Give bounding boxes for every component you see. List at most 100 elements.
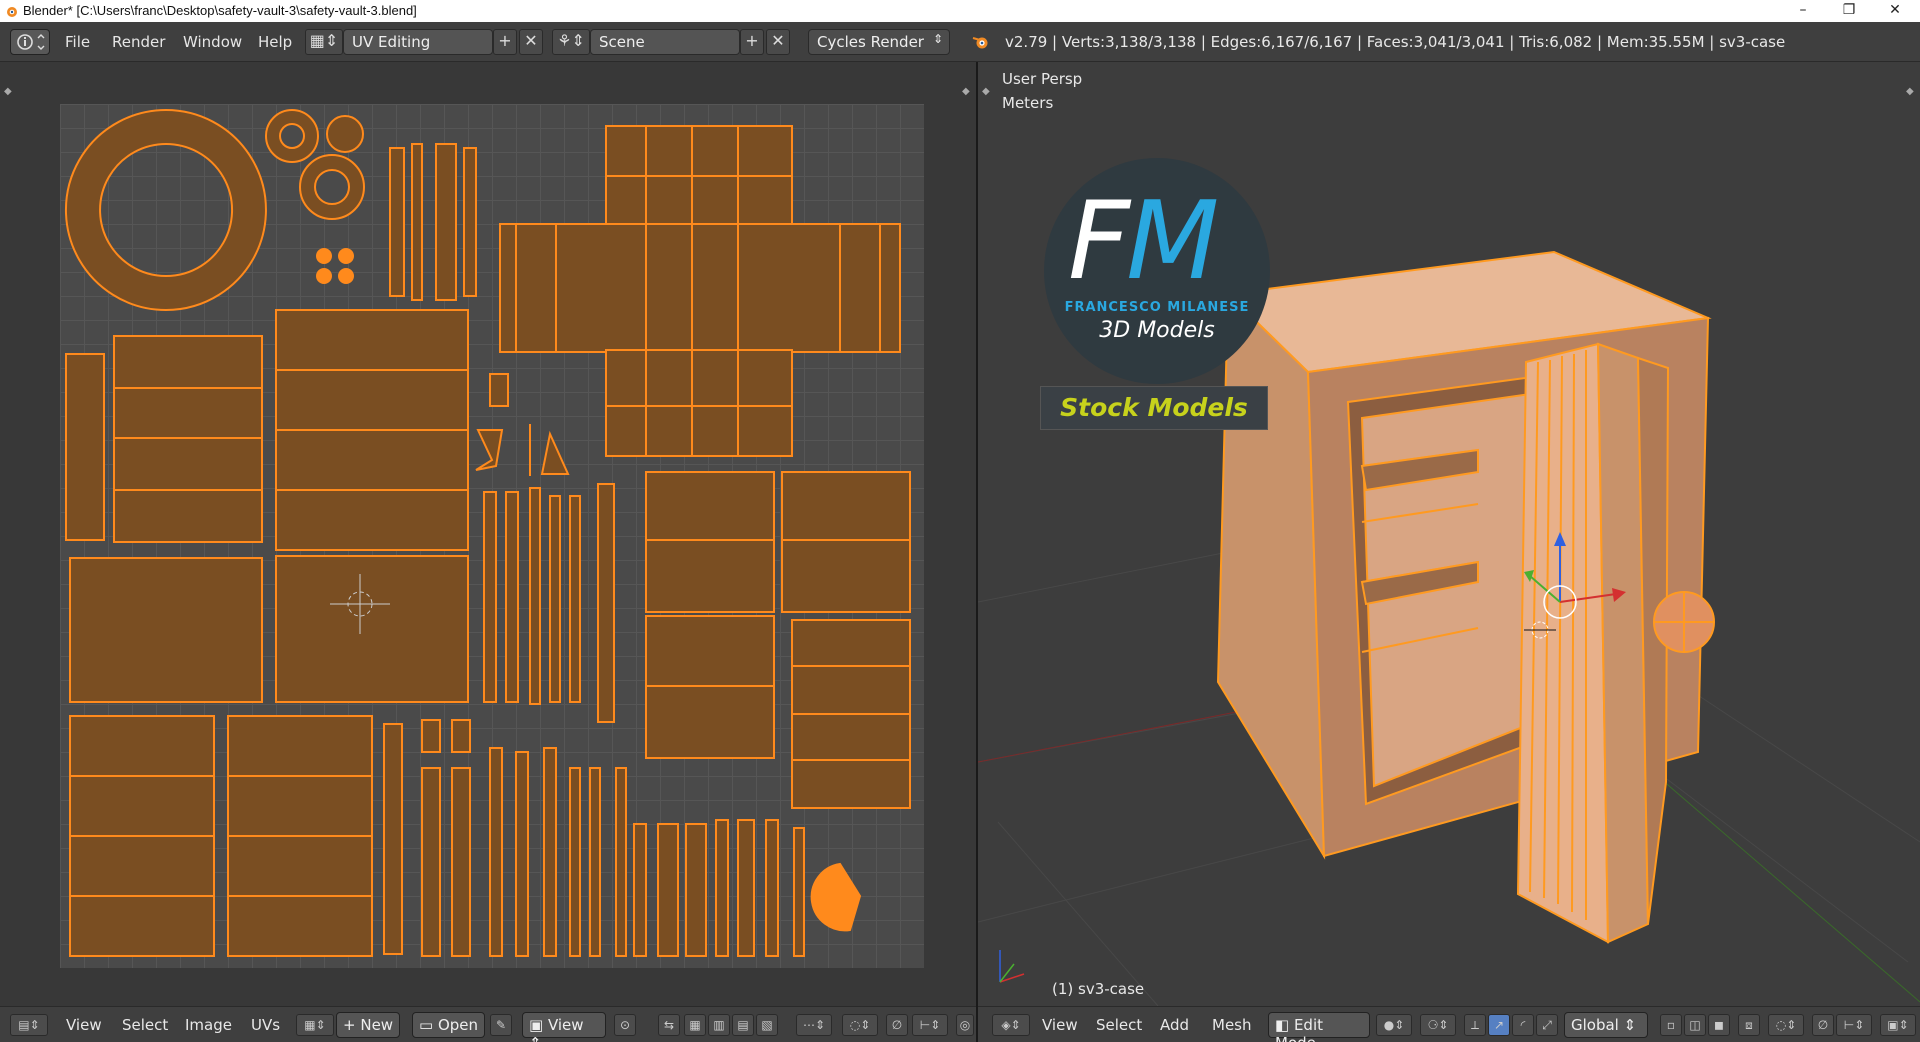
menu-window[interactable]: Window bbox=[183, 33, 242, 51]
image-icon: ▣ bbox=[529, 1016, 548, 1034]
pin-icon[interactable]: ✎ bbox=[490, 1014, 512, 1036]
pivot-icon[interactable]: ⊙ bbox=[614, 1014, 636, 1036]
uv-island-panel bbox=[69, 557, 263, 703]
edge-select-mode-icon[interactable]: ◫ bbox=[1684, 1014, 1706, 1036]
uv-menu-view[interactable]: View bbox=[66, 1016, 102, 1034]
snap-target-icon[interactable]: ⊢⇕ bbox=[912, 1014, 948, 1036]
snap-element-icon[interactable]: ⊢⇕ bbox=[1836, 1014, 1872, 1036]
uv-editor-header: ▤⇕ View Select Image UVs ▦⇕ + New ▭ Open… bbox=[0, 1006, 976, 1042]
render-engine-select[interactable]: Cycles Render ⇕ bbox=[808, 29, 950, 55]
chevron-updown-icon: ⇕ bbox=[1618, 1016, 1637, 1034]
uv-island-circle-hole bbox=[314, 169, 350, 205]
uv-image-editor[interactable]: ◆ ◆ bbox=[0, 62, 976, 1006]
vp-menu-mesh[interactable]: Mesh bbox=[1212, 1016, 1252, 1034]
uv-grid-canvas[interactable] bbox=[60, 104, 924, 968]
transform-orientation-select[interactable]: Global ⇕ bbox=[1564, 1012, 1648, 1038]
scene-icon[interactable]: ⚘⇕ bbox=[552, 29, 590, 55]
uv-island-strip bbox=[389, 147, 405, 297]
plus-icon: + bbox=[343, 1016, 361, 1034]
render-engine-label: Cycles Render bbox=[817, 33, 924, 51]
scale-manipulator-icon[interactable]: ⤢ bbox=[1536, 1014, 1558, 1036]
opengl-render-icon[interactable]: ▣⇕ bbox=[1880, 1014, 1916, 1036]
watermark-subtitle: 3D Models bbox=[1099, 318, 1215, 343]
editor-type-info-button[interactable] bbox=[10, 29, 50, 55]
info-header: File Render Window Help ▦⇕ UV Editing + … bbox=[0, 22, 1920, 62]
delete-scene-icon[interactable]: ✕ bbox=[766, 29, 790, 55]
menu-file[interactable]: File bbox=[65, 33, 90, 51]
add-scene-icon[interactable]: + bbox=[740, 29, 764, 55]
uv-island-panel bbox=[781, 471, 911, 613]
image-browse-icon[interactable]: ▦⇕ bbox=[296, 1014, 334, 1036]
uv-menu-select[interactable]: Select bbox=[122, 1016, 168, 1034]
chevron-updown-icon: ⇕ bbox=[529, 1034, 542, 1042]
viewport-shading-icon[interactable]: ●⇕ bbox=[1376, 1014, 1412, 1036]
editor-type-3d-button[interactable]: ◈⇕ bbox=[992, 1014, 1030, 1036]
chevron-updown-icon: ⇕ bbox=[932, 32, 943, 46]
screen-layout-field[interactable]: UV Editing bbox=[343, 29, 493, 55]
uv-islands[interactable] bbox=[60, 104, 924, 968]
uv-island-ring bbox=[64, 109, 267, 311]
delete-layout-icon[interactable]: ✕ bbox=[519, 29, 543, 55]
island-select-icon[interactable]: ▧ bbox=[756, 1014, 778, 1036]
vp-menu-add[interactable]: Add bbox=[1160, 1016, 1189, 1034]
region-toggle-icon[interactable]: ◆ bbox=[4, 86, 12, 97]
minimize-button[interactable]: – bbox=[1780, 0, 1826, 22]
region-toggle-icon[interactable]: ◆ bbox=[962, 86, 970, 97]
proportional-editing-icon[interactable]: ◌⇕ bbox=[1768, 1014, 1804, 1036]
scene-field[interactable]: Scene bbox=[590, 29, 740, 55]
vertex-select-icon[interactable]: ▦ bbox=[684, 1014, 706, 1036]
translate-manipulator-icon[interactable]: ↗ bbox=[1488, 1014, 1510, 1036]
uv-menu-uvs[interactable]: UVs bbox=[251, 1016, 280, 1034]
menu-render[interactable]: Render bbox=[112, 33, 165, 51]
watermark-letters: FM bbox=[1068, 188, 1219, 296]
new-image-label: New bbox=[360, 1016, 394, 1034]
uv-menu-image[interactable]: Image bbox=[185, 1016, 232, 1034]
uv-island-fan bbox=[810, 862, 862, 932]
snap-icon[interactable]: ∅ bbox=[886, 1014, 908, 1036]
vp-menu-select[interactable]: Select bbox=[1096, 1016, 1142, 1034]
folder-icon: ▭ bbox=[419, 1016, 438, 1034]
edge-select-icon[interactable]: ▥ bbox=[708, 1014, 730, 1036]
occlude-geometry-icon[interactable]: ⧈ bbox=[1738, 1014, 1760, 1036]
menu-help[interactable]: Help bbox=[258, 33, 292, 51]
editor-type-image-button[interactable]: ▤⇕ bbox=[10, 1014, 48, 1036]
rotate-manipulator-icon[interactable]: ◜ bbox=[1512, 1014, 1534, 1036]
vp-menu-view[interactable]: View bbox=[1042, 1016, 1078, 1034]
blender-logo-icon bbox=[972, 37, 988, 49]
uv-island-circle-hole bbox=[279, 123, 305, 149]
edit-mode-icon: ◧ bbox=[1275, 1016, 1294, 1034]
mask-icon[interactable]: ◎ bbox=[956, 1014, 974, 1036]
view-mode-label: View bbox=[547, 1016, 584, 1034]
proportional-edit-icon[interactable]: ◌⇕ bbox=[842, 1014, 878, 1036]
blender-logo-icon bbox=[7, 7, 17, 17]
active-object-label: (1) sv3-case bbox=[1052, 980, 1145, 998]
manipulator-toggle-icon[interactable]: ⟂ bbox=[1464, 1014, 1486, 1036]
viewport-header: ◈⇕ View Select Add Mesh ◧ Edit Mode ●⇕ ⚆… bbox=[978, 1006, 1920, 1042]
watermark-badge: Stock Models bbox=[1040, 386, 1268, 430]
uv-island-box-bottom bbox=[605, 349, 793, 457]
orientation-label: Global bbox=[1571, 1016, 1619, 1034]
add-layout-icon[interactable]: + bbox=[493, 29, 517, 55]
uv-island-side bbox=[65, 353, 105, 541]
snap-toggle-icon[interactable]: ∅ bbox=[1812, 1014, 1834, 1036]
mode-select[interactable]: ◧ Edit Mode bbox=[1268, 1012, 1370, 1042]
uv-island-panel bbox=[645, 471, 775, 613]
restore-button[interactable]: ❐ bbox=[1826, 0, 1872, 22]
new-image-button[interactable]: + New bbox=[336, 1012, 401, 1038]
view-mode-select[interactable]: ▣ View ⇕ bbox=[522, 1012, 606, 1042]
screen-layout-icon[interactable]: ▦⇕ bbox=[305, 29, 343, 55]
open-image-button[interactable]: ▭ Open bbox=[412, 1012, 486, 1038]
info-icon bbox=[17, 34, 45, 50]
vertex-select-mode-icon[interactable]: ▫ bbox=[1660, 1014, 1682, 1036]
pivot-point-icon[interactable]: ⚆⇕ bbox=[1420, 1014, 1456, 1036]
sticky-mode-icon[interactable]: ⋯⇕ bbox=[796, 1014, 832, 1036]
scene-statistics: v2.79 | Verts:3,138/3,138 | Edges:6,167/… bbox=[1005, 33, 1786, 51]
safe-mesh bbox=[1216, 250, 1715, 944]
face-select-icon[interactable]: ▤ bbox=[732, 1014, 754, 1036]
face-select-mode-icon[interactable]: ◼ bbox=[1708, 1014, 1730, 1036]
open-image-label: Open bbox=[437, 1016, 479, 1034]
watermark-letter-m: M bbox=[1126, 179, 1219, 304]
close-button[interactable]: ✕ bbox=[1872, 0, 1918, 22]
sync-selection-icon[interactable]: ⇆ bbox=[658, 1014, 680, 1036]
watermark-letter-f: F bbox=[1068, 179, 1130, 304]
